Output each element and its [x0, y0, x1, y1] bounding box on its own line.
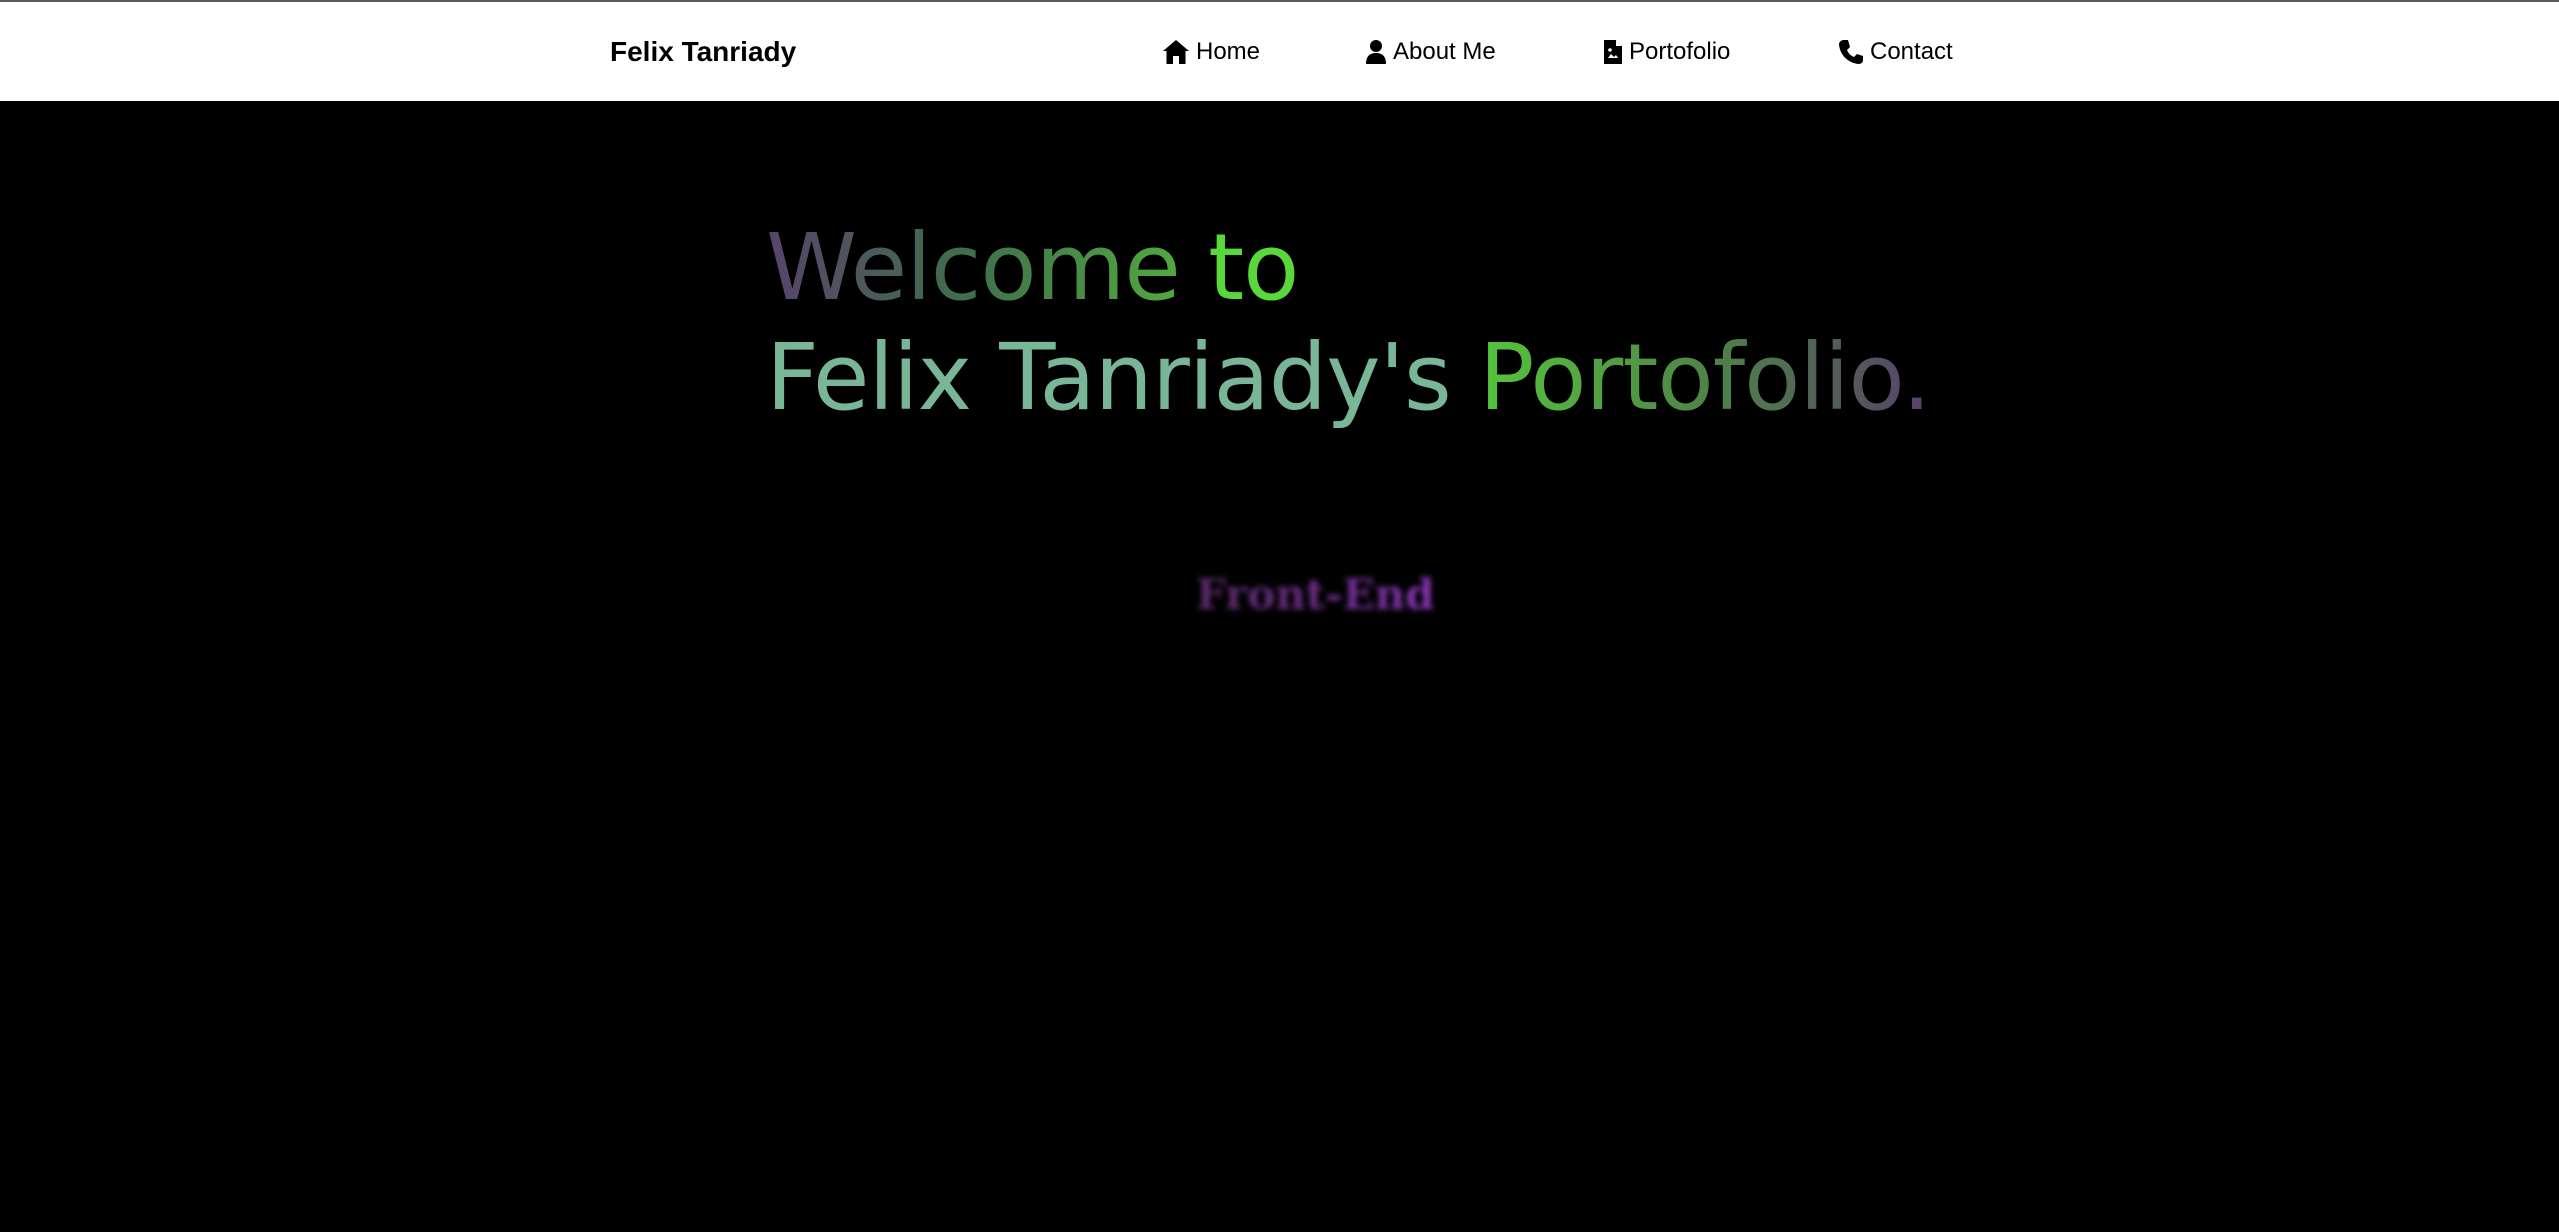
brand-name[interactable]: Felix Tanriady [610, 32, 796, 72]
top-navbar: Felix Tanriady Home About Me Portofolio … [0, 0, 2559, 101]
headline-line-2: Felix Tanriady's Portofolio. [766, 323, 1931, 433]
nav-item-home[interactable]: Home [1162, 32, 1260, 72]
hero-headline: Welcome to Felix Tanriady's Portofolio. [766, 213, 1931, 433]
role-typing-text: Front-End [1196, 567, 1435, 623]
headline-line-1: Welcome to [766, 213, 1930, 323]
home-icon [1162, 39, 1190, 65]
nav-item-portofolio-label: Portofolio [1629, 38, 1731, 65]
user-icon [1365, 39, 1387, 65]
headline-welcome: Welcome [766, 214, 1209, 321]
document-icon [1603, 39, 1623, 65]
hero-section: Welcome to Felix Tanriady's Portofolio. … [0, 101, 2559, 1232]
headline-to: to [1208, 214, 1299, 321]
headline-portofolio: Portofolio. [1479, 324, 1931, 431]
nav-item-about-me[interactable]: About Me [1365, 32, 1496, 72]
nav-item-about-me-label: About Me [1393, 38, 1496, 65]
nav-item-portofolio[interactable]: Portofolio [1603, 32, 1730, 72]
nav-item-contact-label: Contact [1870, 38, 1953, 65]
nav-item-contact[interactable]: Contact [1838, 32, 1953, 72]
phone-icon [1838, 39, 1864, 65]
headline-name: Felix Tanriady's [766, 324, 1480, 431]
nav-item-home-label: Home [1196, 38, 1261, 65]
